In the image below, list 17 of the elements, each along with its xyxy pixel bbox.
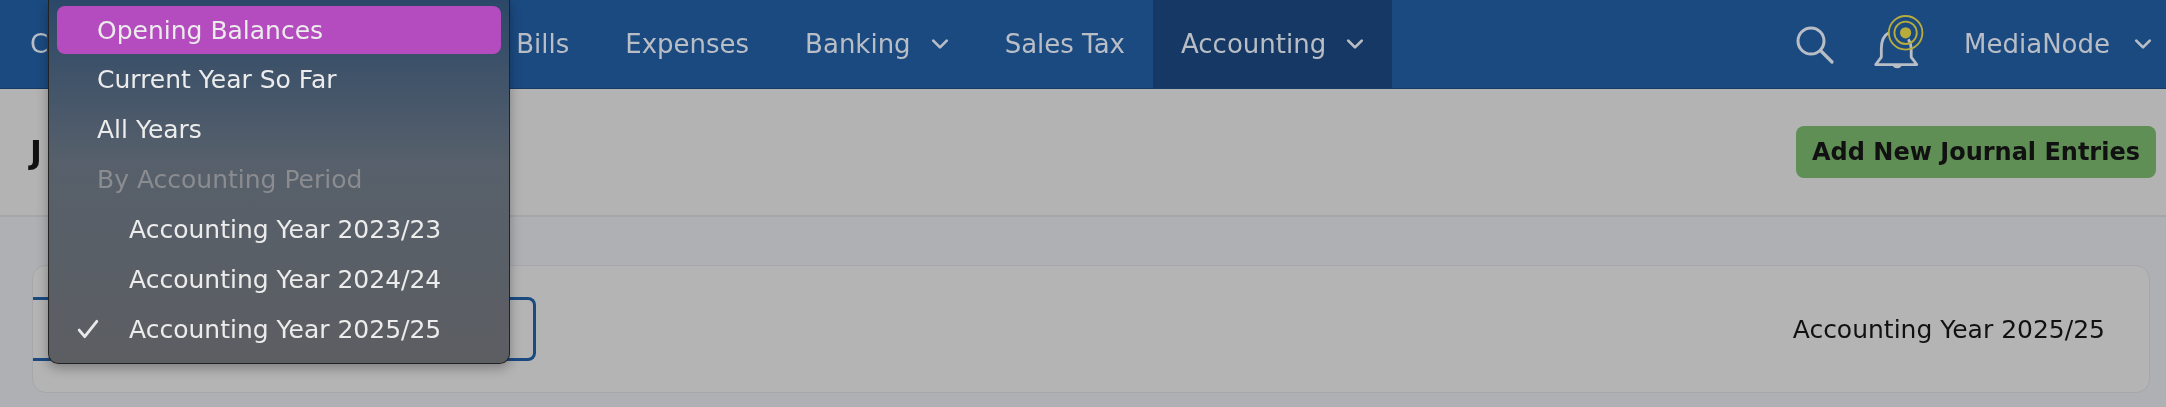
menu-item[interactable]: All Years: [57, 104, 501, 154]
menu-item[interactable]: Accounting Year 2025/25: [57, 304, 501, 354]
nav-tab[interactable]: Accounting: [1153, 0, 1393, 88]
add-journal-entries-button[interactable]: Add New Journal Entries: [1796, 126, 2156, 178]
menu-item[interactable]: Accounting Year 2024/24: [57, 254, 501, 304]
account-menu[interactable]: MediaNode: [1964, 29, 2152, 59]
chevron-down-icon: [930, 38, 949, 50]
page-title: J: [30, 133, 42, 171]
chevron-down-icon: [2134, 38, 2152, 50]
menu-item[interactable]: Opening Balances: [57, 6, 501, 54]
menu-item[interactable]: Current Year So Far: [57, 54, 501, 104]
menu-item[interactable]: Accounting Year 2023/23: [57, 204, 501, 254]
period-label: Accounting Year 2025/25: [1792, 314, 2105, 344]
chevron-down-icon: [1346, 38, 1365, 50]
nav-tab[interactable]: Sales Tax: [976, 0, 1153, 88]
nav-tab[interactable]: Expenses: [597, 0, 778, 88]
nav-tab[interactable]: Banking: [777, 0, 977, 88]
